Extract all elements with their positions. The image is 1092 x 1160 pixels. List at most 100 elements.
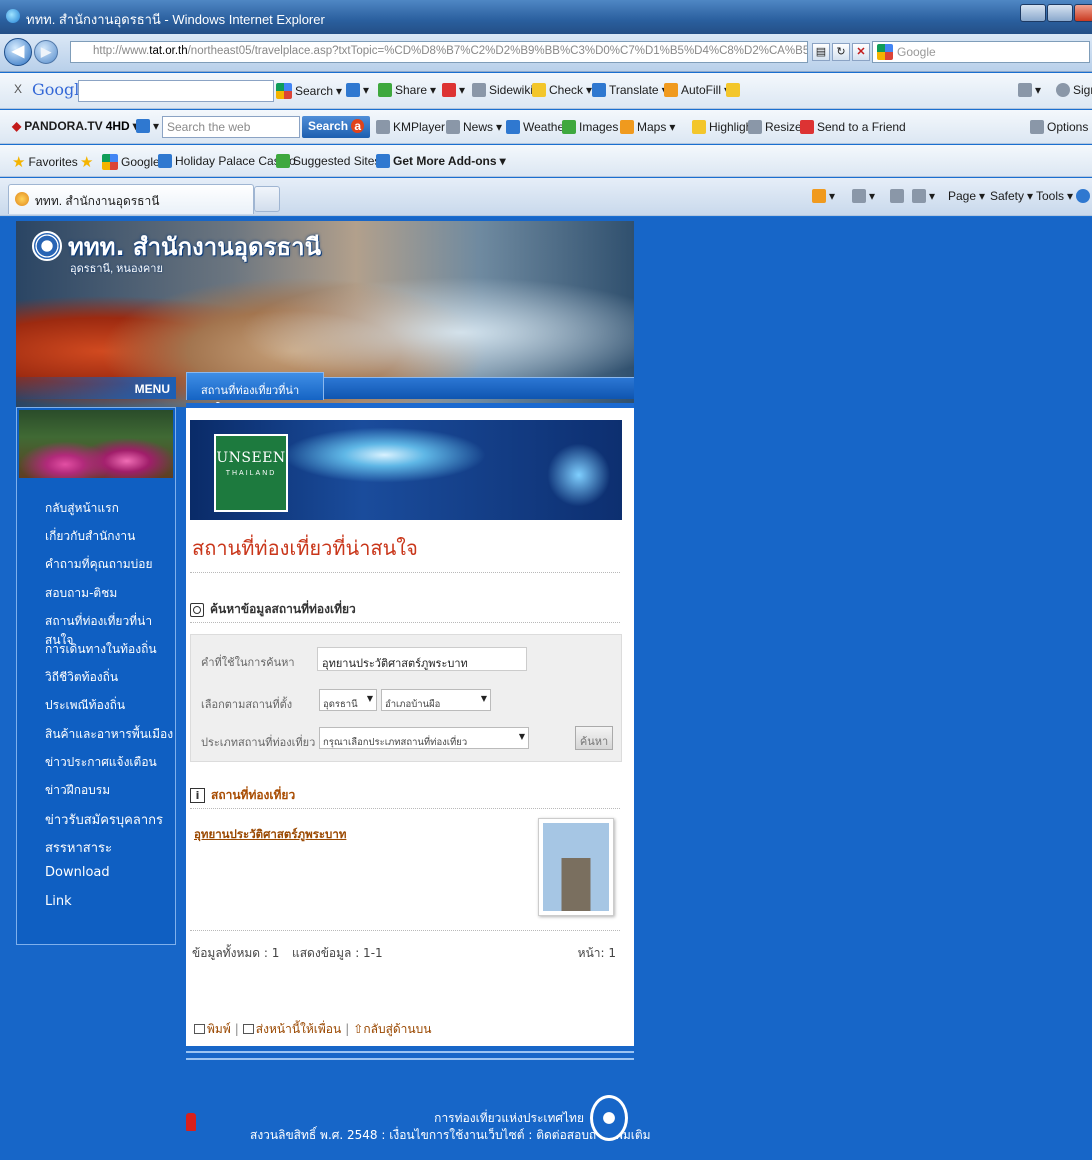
sidebar-item-local-travel[interactable]: การเดินทางในท้องถิ่น	[17, 633, 175, 661]
location-label: เลือกตามสถานที่ตั้ง	[201, 698, 293, 711]
google-toolbar-search-input[interactable]	[78, 80, 274, 102]
help-button[interactable]	[1076, 189, 1090, 203]
results-title: i สถานที่ท่องเที่ยว	[190, 786, 295, 805]
province-select[interactable]: อุดรธานี	[319, 689, 377, 711]
wrench-button[interactable]: ▾	[1018, 83, 1041, 97]
pandora-search-label: Search	[308, 119, 349, 133]
page-menu-button[interactable]: Page ▾	[948, 189, 985, 203]
mail-button[interactable]	[890, 189, 904, 203]
maximize-button[interactable]	[1047, 4, 1073, 22]
tools-menu-button[interactable]: Tools ▾	[1036, 189, 1073, 203]
sidebar-item-link[interactable]: Link	[17, 887, 175, 915]
fav-google[interactable]: Google	[102, 154, 160, 170]
result-thumbnail[interactable]	[538, 818, 614, 916]
sidebar-item-traditions[interactable]: ประเพณีท้องถิ่น	[17, 689, 175, 717]
sidebar-item-lifestyle[interactable]: วิถีชีวิตท้องถิ่น	[17, 661, 175, 689]
resize-icon	[748, 120, 762, 134]
tab-attractions[interactable]: สถานที่ท่องเที่ยวที่น่าสนใจ	[186, 372, 324, 415]
browser-search-engine: Google	[897, 45, 936, 59]
tat-seal-icon	[32, 231, 62, 261]
google-search-button[interactable]: Search ▾	[276, 83, 342, 99]
pandora-search-button[interactable]: Search a	[302, 116, 371, 138]
google-icon	[102, 154, 118, 170]
feeds-button[interactable]: ▾	[852, 189, 875, 203]
search-button[interactable]: ค้นหา	[575, 726, 613, 750]
send-friend-link[interactable]: ส่งหน้านี้ให้เพื่อน	[242, 1022, 341, 1036]
help-icon	[1076, 189, 1090, 203]
maps-button[interactable]: Maps ▾	[620, 120, 675, 134]
kmplayer-icon	[376, 120, 390, 134]
sidebar-item-training[interactable]: ข่าวฝึกอบรม	[17, 774, 175, 802]
pandora-brand[interactable]: ◆PANDORA.TV 4HD ▾	[12, 119, 139, 133]
new-tab-button[interactable]	[254, 186, 280, 212]
autofill-button[interactable]: AutoFill ▾	[664, 83, 730, 97]
close-window-button[interactable]	[1074, 4, 1092, 22]
sign-in-button[interactable]: Sign	[1056, 83, 1092, 97]
sidebar-item-announcements[interactable]: ข่าวประกาศแจ้งเตือน	[17, 746, 175, 774]
share-label: Share	[395, 83, 428, 97]
printer-icon	[912, 189, 926, 203]
star-icon: ★	[12, 154, 26, 171]
back-button[interactable]: ◀	[4, 38, 32, 66]
pandora-menu-icon	[136, 119, 150, 133]
browser-search-input[interactable]: Google	[872, 41, 1090, 63]
popup-blocker-button[interactable]: ▾	[442, 83, 465, 97]
google-toolbar-close[interactable]: X	[14, 82, 22, 96]
pencil-button[interactable]	[726, 83, 740, 97]
sidebar-item-jobs[interactable]: ข่าวรับสมัครบุคลากร	[17, 802, 175, 830]
forward-button[interactable]: ▶	[34, 40, 58, 64]
sidebar-item-about[interactable]: เกี่ยวกับสำนักงาน	[17, 520, 175, 548]
browser-tab[interactable]: ททท. สำนักงานอุดรธานี	[8, 184, 254, 214]
menu-header: MENU	[16, 377, 176, 399]
window-titlebar: ททท. สำนักงานอุดรธานี - Windows Internet…	[0, 0, 1092, 34]
minimize-button[interactable]	[1020, 4, 1046, 22]
maps-label: Maps	[637, 120, 667, 134]
keyword-input[interactable]: อุทยานประวัติศาสตร์ภูพระบาท	[317, 647, 527, 671]
safety-menu-button[interactable]: Safety ▾	[990, 189, 1033, 203]
pandora-search-input[interactable]: Search the web	[162, 116, 300, 138]
url-input[interactable]: http://www.tat.or.th/northeast05/travelp…	[70, 41, 808, 63]
window-title: ททท. สำนักงานอุดรธานี - Windows Internet…	[26, 12, 325, 27]
send-friend-button[interactable]: Send to a Friend	[800, 120, 906, 134]
home-button[interactable]: ▾	[812, 189, 835, 203]
refresh-icon[interactable]: ↻	[832, 43, 850, 61]
news-button[interactable]: News ▾	[446, 120, 502, 134]
share-button[interactable]: Share ▾	[378, 83, 436, 97]
spellcheck-button[interactable]: Check ▾	[532, 83, 592, 97]
weather-button[interactable]: Weather	[506, 120, 568, 134]
images-button[interactable]: Images	[562, 120, 618, 134]
google-icon	[877, 44, 893, 60]
fav-suggested-sites[interactable]: Suggested Sites ▾	[276, 154, 389, 168]
back-to-top-link[interactable]: ⇧กลับสู่ด้านบน	[353, 1022, 431, 1036]
print-link[interactable]: พิมพ์	[194, 1022, 231, 1036]
wrench-icon	[1018, 83, 1032, 97]
sidebar-item-faq[interactable]: คำถามที่คุณถามบ่อย	[17, 548, 175, 576]
sidebar-item-download[interactable]: Download	[17, 858, 175, 886]
favorites-button[interactable]: ★ Favorites	[12, 153, 78, 171]
kmplayer-button[interactable]: KMPlayer	[376, 120, 445, 134]
type-select[interactable]: กรุณาเลือกประเภทสถานที่ท่องเที่ยว	[319, 727, 529, 749]
news-icon	[446, 120, 460, 134]
translate-button[interactable]: Translate ▾	[592, 83, 668, 97]
highlight-button[interactable]: Highlight	[692, 120, 756, 134]
sidebar-item-home[interactable]: กลับสู่หน้าแรก	[17, 492, 175, 520]
sidewiki-icon	[472, 83, 486, 97]
add-favorites-button[interactable]: ★	[80, 153, 93, 171]
pandora-menu-button[interactable]: ▾	[136, 119, 159, 133]
result-link[interactable]: อุทยานประวัติศาสตร์ภูพระบาท	[194, 826, 346, 844]
print-label: พิมพ์	[207, 1022, 231, 1036]
printer-icon	[194, 1024, 205, 1034]
fav-get-addons[interactable]: Get More Add-ons ▾	[376, 154, 506, 168]
options-button[interactable]: Options	[1030, 120, 1088, 134]
sidebar-item-attractions[interactable]: สถานที่ท่องเที่ยวที่น่าสนใจ	[17, 605, 175, 647]
footer-copyright: สงวนลิขสิทธิ์ พ.ศ. 2548 : เงื่อนไขการใช้…	[250, 1128, 651, 1142]
sidebar-item-local-products[interactable]: สินค้าและอาหารพื้นเมือง	[17, 718, 175, 746]
compatibility-view-icon[interactable]: ▤	[812, 43, 830, 61]
stop-icon[interactable]: ✕	[852, 43, 870, 61]
sidebar-item-contact[interactable]: สอบถาม-ติชม	[17, 577, 175, 605]
district-select[interactable]: อำเภอบ้านผือ	[381, 689, 491, 711]
bookmark-button[interactable]: ▾	[346, 83, 369, 97]
sidebar-item-articles[interactable]: สรรหาสาระ	[17, 830, 175, 858]
results-label: สถานที่ท่องเที่ยว	[211, 788, 296, 802]
print-button[interactable]: ▾	[912, 189, 935, 203]
